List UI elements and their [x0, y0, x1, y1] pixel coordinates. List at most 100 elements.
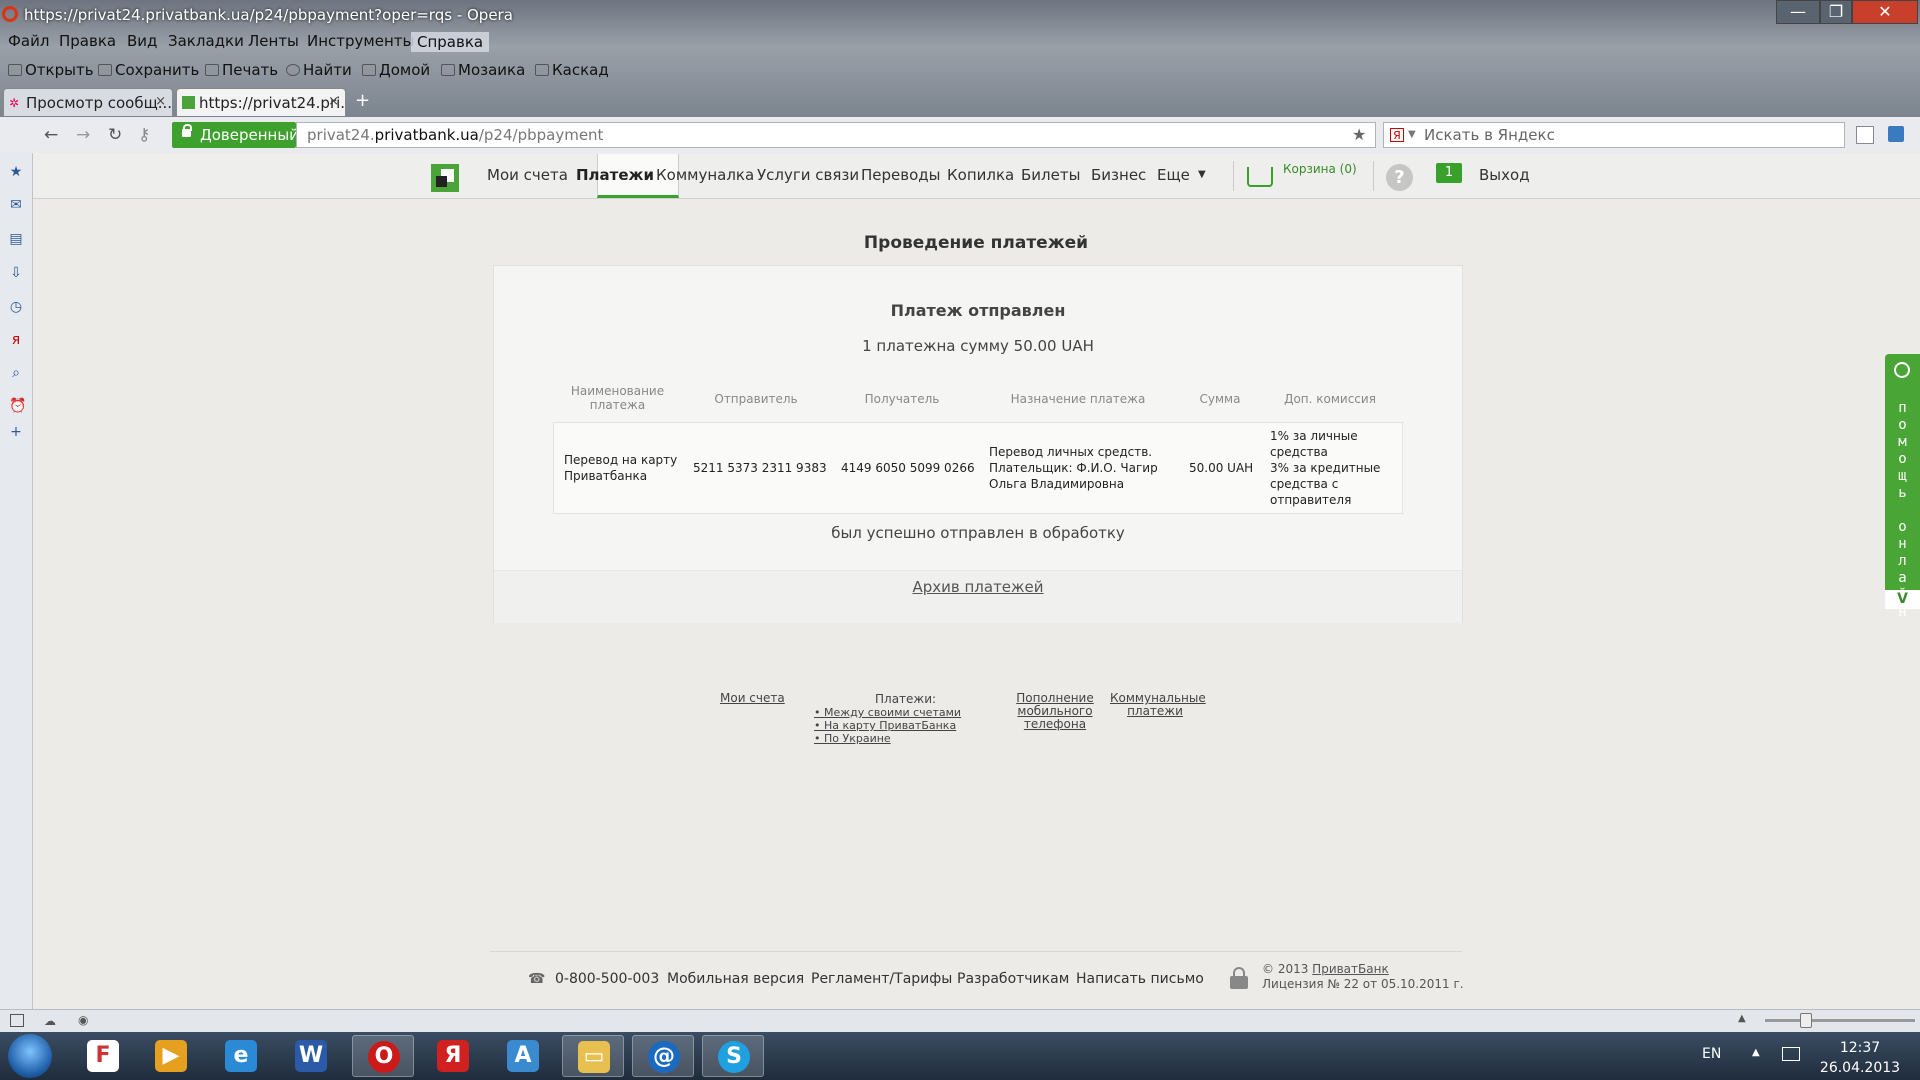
copyright-prefix: © 2013 — [1262, 962, 1313, 976]
nav-piggybank[interactable]: Копилка — [947, 166, 1014, 184]
menu-feeds[interactable]: Ленты — [248, 32, 299, 50]
turbo-icon[interactable]: ◉ — [78, 1013, 88, 1027]
footer-link-tariffs[interactable]: Регламент/Тарифы — [811, 971, 952, 987]
tab-close-icon[interactable]: × — [328, 94, 339, 109]
menu-help[interactable]: Справка — [411, 32, 490, 52]
archive-link[interactable]: Архив платежей — [493, 578, 1463, 596]
system-clock[interactable]: 12:37 26.04.2013 — [1810, 1038, 1910, 1078]
new-tab-button[interactable]: + — [355, 90, 370, 111]
history-icon[interactable]: ◷ — [9, 300, 23, 314]
windows-taskbar: F ▶ e W O Я A ▭ @ S — [0, 1032, 1920, 1080]
nav-communal[interactable]: Коммуналка — [656, 166, 754, 184]
panels-icon[interactable] — [10, 1014, 24, 1027]
footer-link-ukraine[interactable]: • По Украине — [814, 732, 891, 745]
tray-expand-icon[interactable]: ▲ — [1752, 1047, 1760, 1058]
toolbar-find[interactable]: Найти — [286, 61, 352, 79]
help-icon[interactable]: ? — [1386, 164, 1413, 191]
toolbar-tile[interactable]: Мозаика — [441, 61, 525, 79]
taskbar-app-flash[interactable]: F — [72, 1035, 134, 1077]
taskbar-app-address-book[interactable]: A — [492, 1035, 554, 1077]
panel-toggle-icon[interactable] — [1888, 126, 1904, 142]
nav-transfers[interactable]: Переводы — [861, 166, 941, 184]
reload-icon[interactable]: ↻ — [108, 125, 122, 145]
menu-view[interactable]: Вид — [127, 32, 157, 50]
secure-lock-icon — [1230, 967, 1248, 989]
start-button[interactable] — [8, 1034, 52, 1078]
chevron-down-icon[interactable]: ▼ — [1198, 169, 1206, 180]
footer-link-accounts[interactable]: Мои счета — [720, 692, 785, 705]
nav-payments[interactable]: Платежи — [576, 166, 654, 184]
menu-edit[interactable]: Правка — [59, 32, 116, 50]
taskbar-app-ie[interactable]: e — [210, 1035, 272, 1077]
footer-link-developers[interactable]: Разработчикам — [957, 971, 1069, 987]
toolbar-home[interactable]: Домой — [362, 61, 430, 79]
taskbar-app-yandex[interactable]: Я — [422, 1035, 484, 1077]
folder-icon: ▭ — [578, 1041, 610, 1073]
footer-link-own-accounts[interactable]: • Между своими счетами — [814, 706, 961, 719]
yandex-sidebar-icon[interactable]: я — [9, 333, 23, 347]
address-bar-row: ← → ↻ ⚷ Доверенный privat24.privatbank.u… — [0, 117, 1920, 154]
nav-business[interactable]: Бизнес — [1091, 166, 1146, 184]
taskbar-app-media[interactable]: ▶ — [140, 1035, 202, 1077]
keyboard-language[interactable]: EN — [1702, 1046, 1721, 1062]
online-help-widget[interactable]: помощь онлайн V — [1885, 354, 1920, 620]
cart-link[interactable]: Корзина (0) — [1283, 162, 1357, 176]
messages-icon[interactable]: 1 — [1436, 163, 1462, 183]
privatbank-logo-icon[interactable] — [431, 164, 459, 192]
nav-tickets[interactable]: Билеты — [1021, 166, 1080, 184]
help-widget-toggle[interactable]: V — [1885, 590, 1920, 609]
zoom-slider[interactable] — [1765, 1019, 1915, 1022]
bookmarks-star-icon[interactable]: ★ — [9, 165, 23, 179]
nav-telecom[interactable]: Услуги связи — [757, 166, 859, 184]
nav-accounts[interactable]: Мои счета — [487, 166, 568, 184]
footer-link-to-card[interactable]: • На карту ПриватБанка — [814, 719, 956, 732]
search-engine-dropdown-icon[interactable]: ▼ — [1408, 123, 1416, 147]
network-icon[interactable] — [1782, 1047, 1800, 1061]
url-input[interactable]: privat24.privatbank.ua/p24/pbpayment — [296, 122, 1376, 148]
close-window-button[interactable]: ✕ — [1852, 0, 1918, 24]
maximize-button[interactable]: ❐ — [1820, 0, 1852, 24]
toolbar-cascade[interactable]: Каскад — [535, 61, 609, 79]
search-input[interactable]: Я ▼ Искать в Яндекс — [1383, 122, 1845, 148]
page-icon[interactable] — [1856, 126, 1874, 144]
forward-icon[interactable]: → — [76, 125, 90, 145]
footer-link-write-letter[interactable]: Написать письмо — [1076, 971, 1204, 987]
cart-icon[interactable] — [1247, 167, 1273, 187]
toolbar-print[interactable]: Печать — [205, 61, 278, 79]
search-sidebar-icon[interactable]: ⌕ — [9, 366, 23, 380]
cloud-icon[interactable]: ☁ — [44, 1014, 56, 1028]
footer-link-mobile-version[interactable]: Мобильная версия — [667, 971, 804, 987]
taskbar-app-word[interactable]: W — [280, 1035, 342, 1077]
trusted-site-badge[interactable]: Доверенный — [172, 122, 299, 148]
notes-icon[interactable]: ▤ — [9, 232, 23, 246]
menu-file[interactable]: Файл — [8, 32, 49, 50]
footer-phone: 0-800-500-003 — [555, 971, 660, 987]
tab-privat24[interactable]: https://privat24.pri... × — [176, 88, 346, 116]
copyright-link[interactable]: ПриватБанк — [1312, 962, 1389, 976]
bookmark-star-icon[interactable]: ★ — [1352, 125, 1366, 144]
taskbar-app-opera[interactable]: O — [352, 1035, 414, 1077]
mail-icon[interactable]: ✉ — [9, 198, 23, 212]
toolbar-open[interactable]: Открыть — [8, 61, 94, 79]
add-panel-icon[interactable]: + — [9, 425, 23, 439]
footer-link-communal[interactable]: Коммунальные платежи — [1110, 692, 1206, 718]
flash-icon: F — [87, 1040, 119, 1072]
nav-more[interactable]: Еще — [1157, 166, 1190, 184]
footer-link-mobile-topup[interactable]: Пополнение мобильного телефона — [1010, 692, 1100, 731]
tab-close-icon[interactable]: × — [155, 94, 166, 109]
menu-tools[interactable]: Инструменты — [307, 32, 414, 50]
taskbar-app-explorer[interactable]: ▭ — [562, 1035, 624, 1077]
downloads-icon[interactable]: ⇩ — [9, 266, 23, 280]
back-icon[interactable]: ← — [44, 125, 58, 145]
menu-bookmarks[interactable]: Закладки — [168, 32, 244, 50]
zoom-up-icon[interactable]: ▲ — [1738, 1013, 1746, 1024]
taskbar-app-skype[interactable]: S — [702, 1035, 764, 1077]
taskbar-app-mail[interactable]: @ — [632, 1035, 694, 1077]
toolbar-save[interactable]: Сохранить — [98, 61, 199, 79]
alarm-icon[interactable]: ⏰ — [9, 399, 26, 413]
key-icon[interactable]: ⚷ — [138, 125, 150, 145]
tab-messages[interactable]: ✲ Просмотр сообщ... × — [3, 88, 173, 116]
logout-link[interactable]: Выход — [1479, 166, 1530, 184]
zoom-slider-handle[interactable] — [1800, 1013, 1812, 1028]
minimize-button[interactable]: — — [1776, 0, 1820, 24]
